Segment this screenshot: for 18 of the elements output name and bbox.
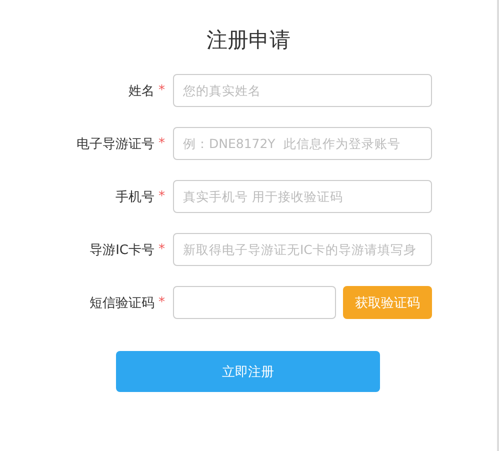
- field-label: 电子导游证号: [76, 136, 154, 152]
- input-field[interactable]: 新取得电子导游证无IC卡的导游请填写身: [173, 233, 432, 266]
- input-field[interactable]: 真实手机号 用于接收验证码: [173, 180, 432, 213]
- input-field[interactable]: 您的真实姓名: [173, 74, 432, 107]
- required-mark: *: [158, 83, 165, 98]
- input-field[interactable]: 例：DNE8172Y 此信息作为登录账号: [173, 127, 432, 160]
- form-title: 注册申请: [206, 27, 292, 54]
- code-input-field[interactable]: [173, 286, 336, 319]
- required-mark: *: [158, 189, 165, 204]
- field-label: 手机号: [116, 188, 154, 206]
- required-mark: *: [158, 242, 165, 257]
- field-label: 导游IC卡号: [90, 242, 154, 258]
- register-button[interactable]: 立即注册: [116, 351, 380, 392]
- required-mark: *: [158, 136, 165, 151]
- field-label: 姓名: [128, 82, 154, 100]
- get-code-button[interactable]: 获取验证码: [343, 286, 432, 319]
- required-mark: *: [158, 295, 165, 310]
- field-label: 短信验证码: [90, 294, 154, 312]
